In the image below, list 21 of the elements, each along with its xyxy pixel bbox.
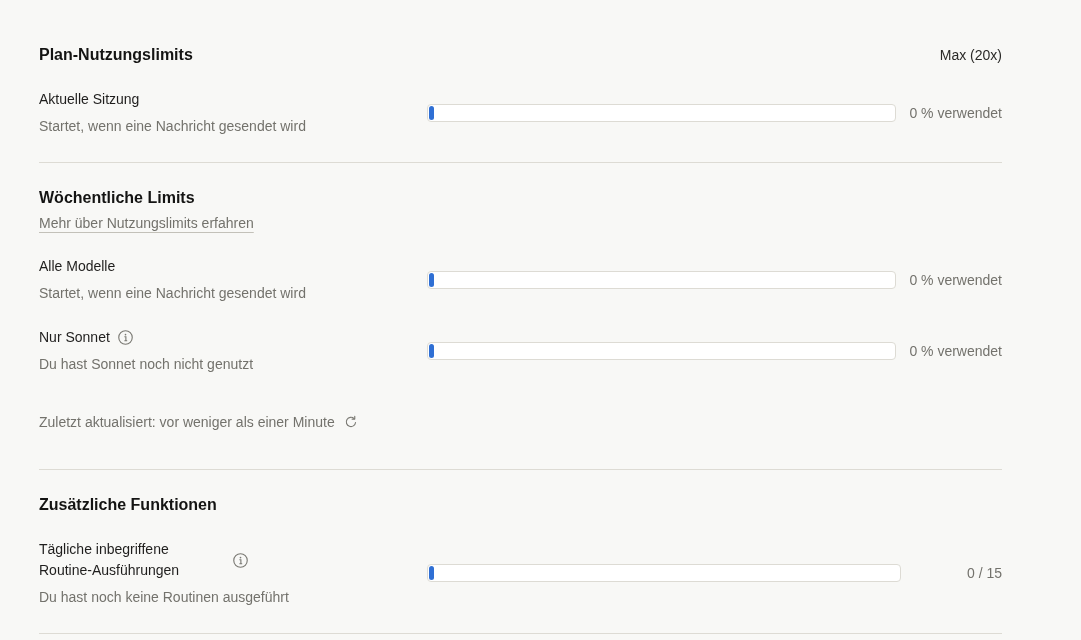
- limit-label: Alle Modelle: [39, 257, 116, 276]
- plan-name: Max (20x): [939, 46, 1002, 65]
- learn-more-link[interactable]: Mehr über Nutzungslimits erfahren: [39, 213, 254, 233]
- limit-description: Startet, wenn eine Nachricht gesendet wird: [39, 117, 306, 136]
- usage-reading: 0 % verwendet: [909, 341, 1002, 361]
- last-updated-text: Zuletzt aktualisiert: vor weniger als einer Minute: [39, 413, 335, 432]
- usage-reading: 0 / 15: [965, 564, 1002, 583]
- info-icon[interactable]: [117, 330, 133, 345]
- limit-label: Nur Sonnet: [39, 328, 110, 347]
- section-title: Plan-Nutzungslimits: [39, 45, 193, 65]
- limit-label: Tägliche inbegriffene Routine-Ausführungen: [39, 540, 181, 580]
- limit-label: Aktuelle Sitzung: [39, 90, 140, 109]
- limit-description: Du hast noch keine Routinen ausgeführt: [39, 588, 289, 607]
- usage-reading: 0 % verwendet: [909, 270, 1002, 290]
- limit-description: Startet, wenn eine Nachricht gesendet wird: [39, 284, 306, 303]
- info-icon[interactable]: [233, 552, 248, 568]
- section-title: Wöchentliche Limits: [39, 188, 195, 208]
- section-title: Zusätzliche Funktionen: [39, 495, 217, 515]
- refresh-icon[interactable]: [343, 415, 358, 429]
- limit-description: Du hast Sonnet noch nicht genutzt: [39, 355, 254, 374]
- usage-reading: 0 % verwendet: [909, 103, 1002, 123]
